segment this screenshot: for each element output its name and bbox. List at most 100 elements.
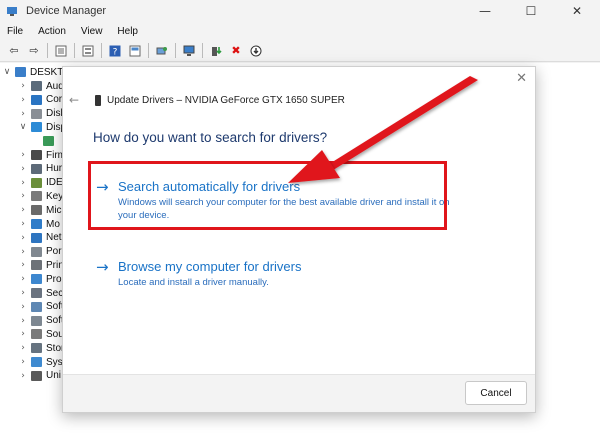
chevron-right-icon[interactable]: › (18, 260, 28, 270)
tree-item[interactable]: › Por (18, 245, 62, 259)
chevron-right-icon[interactable]: › (18, 288, 28, 298)
tree-item[interactable]: › Prin (18, 258, 64, 272)
menu-file[interactable]: File (0, 26, 31, 37)
dialog-footer: Cancel (63, 374, 535, 412)
tree-item-label: Mo (46, 218, 60, 230)
menu-view[interactable]: View (74, 26, 111, 37)
computer-icon (15, 67, 26, 77)
chevron-right-icon[interactable]: › (18, 233, 28, 243)
title-bar: Device Manager — ☐ ✕ (0, 0, 600, 22)
tree-item[interactable]: › Sec (18, 286, 63, 300)
tree-item[interactable] (30, 134, 58, 148)
device-category-icon (31, 94, 42, 105)
tree-item[interactable]: › Key (18, 189, 63, 203)
tree-item-label: Pro (46, 273, 62, 285)
tree-item-label: Uni (46, 370, 62, 382)
tree-item[interactable]: › Net (18, 231, 61, 245)
download-circle-icon[interactable] (249, 44, 263, 58)
device-category-icon (31, 150, 42, 160)
chevron-right-icon[interactable]: › (18, 343, 28, 353)
tree-item[interactable]: › Disk (18, 107, 65, 121)
chevron-down-icon[interactable]: ∨ (18, 122, 28, 132)
maximize-button[interactable]: ☐ (508, 0, 554, 22)
view-list-icon[interactable] (81, 44, 95, 58)
update-driver-icon[interactable] (209, 44, 223, 58)
chevron-right-icon[interactable]: › (18, 191, 28, 201)
device-category-icon (31, 357, 42, 367)
browse-computer-description: Locate and install a driver manually. (118, 277, 269, 288)
scan-hardware-icon[interactable] (155, 44, 169, 58)
tree-item[interactable]: › Sou (18, 327, 64, 341)
tree-item[interactable]: › Aud (18, 79, 64, 93)
chevron-right-icon[interactable]: › (18, 150, 28, 160)
toolbar-divider (47, 43, 48, 58)
forward-arrow-icon[interactable]: ⇨ (27, 44, 41, 58)
chevron-right-icon[interactable]: › (18, 316, 28, 326)
cancel-button[interactable]: Cancel (465, 381, 527, 405)
close-button[interactable]: ✕ (554, 0, 600, 22)
tree-item-label: Por (46, 246, 62, 258)
tree-item[interactable]: › Pro (18, 272, 62, 286)
tree-item[interactable]: › Soft (18, 314, 64, 328)
back-arrow-icon[interactable]: ⇦ (7, 44, 21, 58)
chevron-right-icon[interactable]: › (18, 164, 28, 174)
help-icon[interactable]: ? (108, 44, 122, 58)
tree-item[interactable]: › Stor (18, 341, 64, 355)
arrow-right-icon: → (96, 258, 109, 276)
update-drivers-dialog: ✕ ← Update Drivers – NVIDIA GeForce GTX … (62, 66, 536, 413)
uninstall-x-icon[interactable]: ✖ (229, 44, 243, 58)
device-category-icon (31, 163, 42, 174)
device-category-icon (31, 219, 42, 229)
properties-icon[interactable] (54, 44, 68, 58)
tree-item[interactable]: › Mo (18, 217, 60, 231)
tree-item[interactable]: › IDE (18, 176, 63, 190)
browse-computer-title[interactable]: Browse my computer for drivers (118, 259, 302, 274)
tree-item-label: Cor (46, 94, 63, 106)
menu-action[interactable]: Action (31, 26, 74, 37)
tree-item[interactable]: › Soft (18, 300, 64, 314)
device-category-icon (31, 288, 42, 298)
chevron-right-icon[interactable]: › (18, 371, 28, 381)
tree-item[interactable]: › Firm (18, 148, 66, 162)
tree-item[interactable]: › Syst (18, 355, 65, 369)
tree-item[interactable]: ∨ Disp (18, 120, 66, 134)
monitor-icon[interactable] (182, 44, 196, 58)
device-category-icon (31, 232, 42, 243)
back-arrow-icon[interactable]: ← (69, 93, 79, 107)
toolbar-divider (175, 43, 176, 58)
chevron-right-icon[interactable]: › (18, 274, 28, 284)
tree-item[interactable]: › Hur (18, 162, 62, 176)
dialog-title: Update Drivers – NVIDIA GeForce GTX 1650… (107, 95, 345, 106)
menu-help[interactable]: Help (110, 26, 146, 37)
chevron-right-icon[interactable]: › (18, 329, 28, 339)
show-hidden-icon[interactable] (128, 44, 142, 58)
tree-item[interactable]: › Uni (18, 369, 61, 383)
chevron-right-icon[interactable]: › (18, 302, 28, 312)
window-title: Device Manager (26, 5, 107, 17)
chevron-right-icon[interactable]: › (18, 95, 28, 105)
device-category-icon (31, 329, 42, 340)
svg-text:?: ? (113, 47, 118, 57)
highlight-box (88, 161, 447, 230)
tree-item[interactable]: › Mic (18, 203, 61, 217)
chevron-right-icon[interactable]: › (18, 205, 28, 215)
chevron-right-icon[interactable]: › (18, 178, 28, 188)
tree-item[interactable]: › Cor (18, 93, 62, 107)
device-category-icon (31, 108, 42, 119)
chevron-right-icon[interactable]: › (18, 81, 28, 91)
tree-item-label: IDE (46, 177, 63, 189)
device-category-icon (31, 343, 42, 354)
toolbar-divider (148, 43, 149, 58)
chevron-right-icon[interactable]: › (18, 219, 28, 229)
chevron-right-icon[interactable]: › (18, 109, 28, 119)
device-category-icon (31, 81, 42, 91)
chevron-right-icon[interactable]: › (18, 357, 28, 367)
chevron-right-icon[interactable]: › (18, 247, 28, 257)
minimize-button[interactable]: — (462, 0, 508, 22)
close-icon[interactable]: ✕ (516, 71, 527, 86)
device-category-icon (31, 246, 42, 257)
gpu-device-icon (95, 95, 101, 106)
device-category-icon (31, 274, 42, 285)
chevron-down-icon[interactable]: ∨ (2, 67, 12, 77)
window-controls: — ☐ ✕ (462, 0, 600, 22)
